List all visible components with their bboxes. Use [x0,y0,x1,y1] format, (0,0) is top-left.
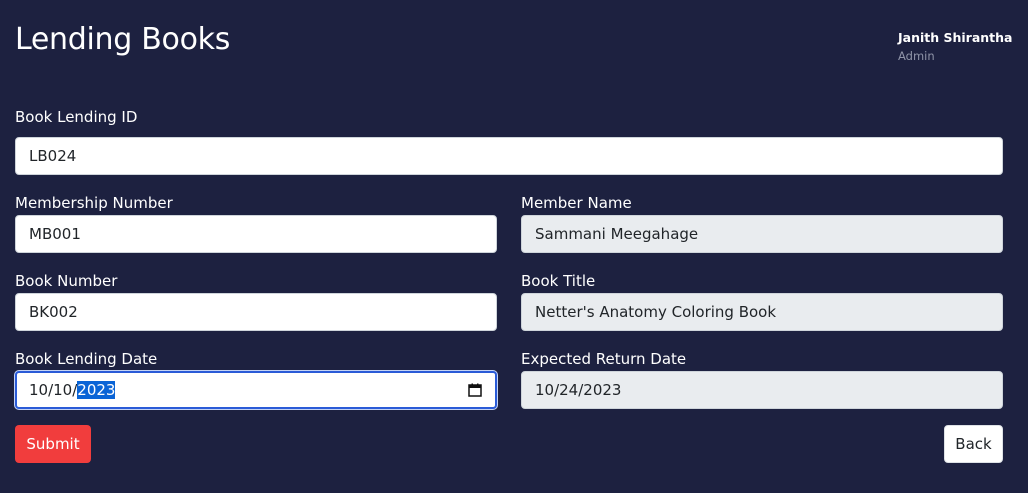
lending-id-input[interactable]: LB024 [15,137,1003,175]
user-info: Janith Shirantha Admin [898,30,1013,66]
book-title-value: Netter's Anatomy Coloring Book [535,303,777,321]
member-name-label: Member Name [521,194,632,212]
book-number-label: Book Number [15,272,118,290]
membership-number-input[interactable]: MB001 [15,215,497,253]
page-title: Lending Books [15,22,231,57]
lending-date-label: Book Lending Date [15,350,158,368]
lending-id-label: Book Lending ID [15,108,138,126]
submit-button[interactable]: Submit [15,425,91,463]
book-title-label: Book Title [521,272,596,290]
user-role: Admin [898,49,935,63]
membership-number-label: Membership Number [15,194,173,212]
user-name: Janith Shirantha [898,30,1013,45]
membership-number-value: MB001 [29,225,81,243]
lending-date-input[interactable]: 10/10/2023 [15,371,497,409]
book-title-input[interactable]: Netter's Anatomy Coloring Book [521,293,1003,331]
lending-date-value-year[interactable]: 2023 [77,381,116,399]
member-name-input[interactable]: Sammani Meegahage [521,215,1003,253]
book-number-value: BK002 [29,303,78,321]
back-button[interactable]: Back [944,425,1003,463]
calendar-icon[interactable] [468,383,482,397]
lending-id-value: LB024 [29,147,77,165]
return-date-input[interactable]: 10/24/2023 [521,371,1003,409]
return-date-value: 10/24/2023 [535,381,622,399]
return-date-label: Expected Return Date [521,350,687,368]
lending-date-value-prefix: 10/10/ [29,381,78,399]
book-number-input[interactable]: BK002 [15,293,497,331]
member-name-value: Sammani Meegahage [535,225,699,243]
